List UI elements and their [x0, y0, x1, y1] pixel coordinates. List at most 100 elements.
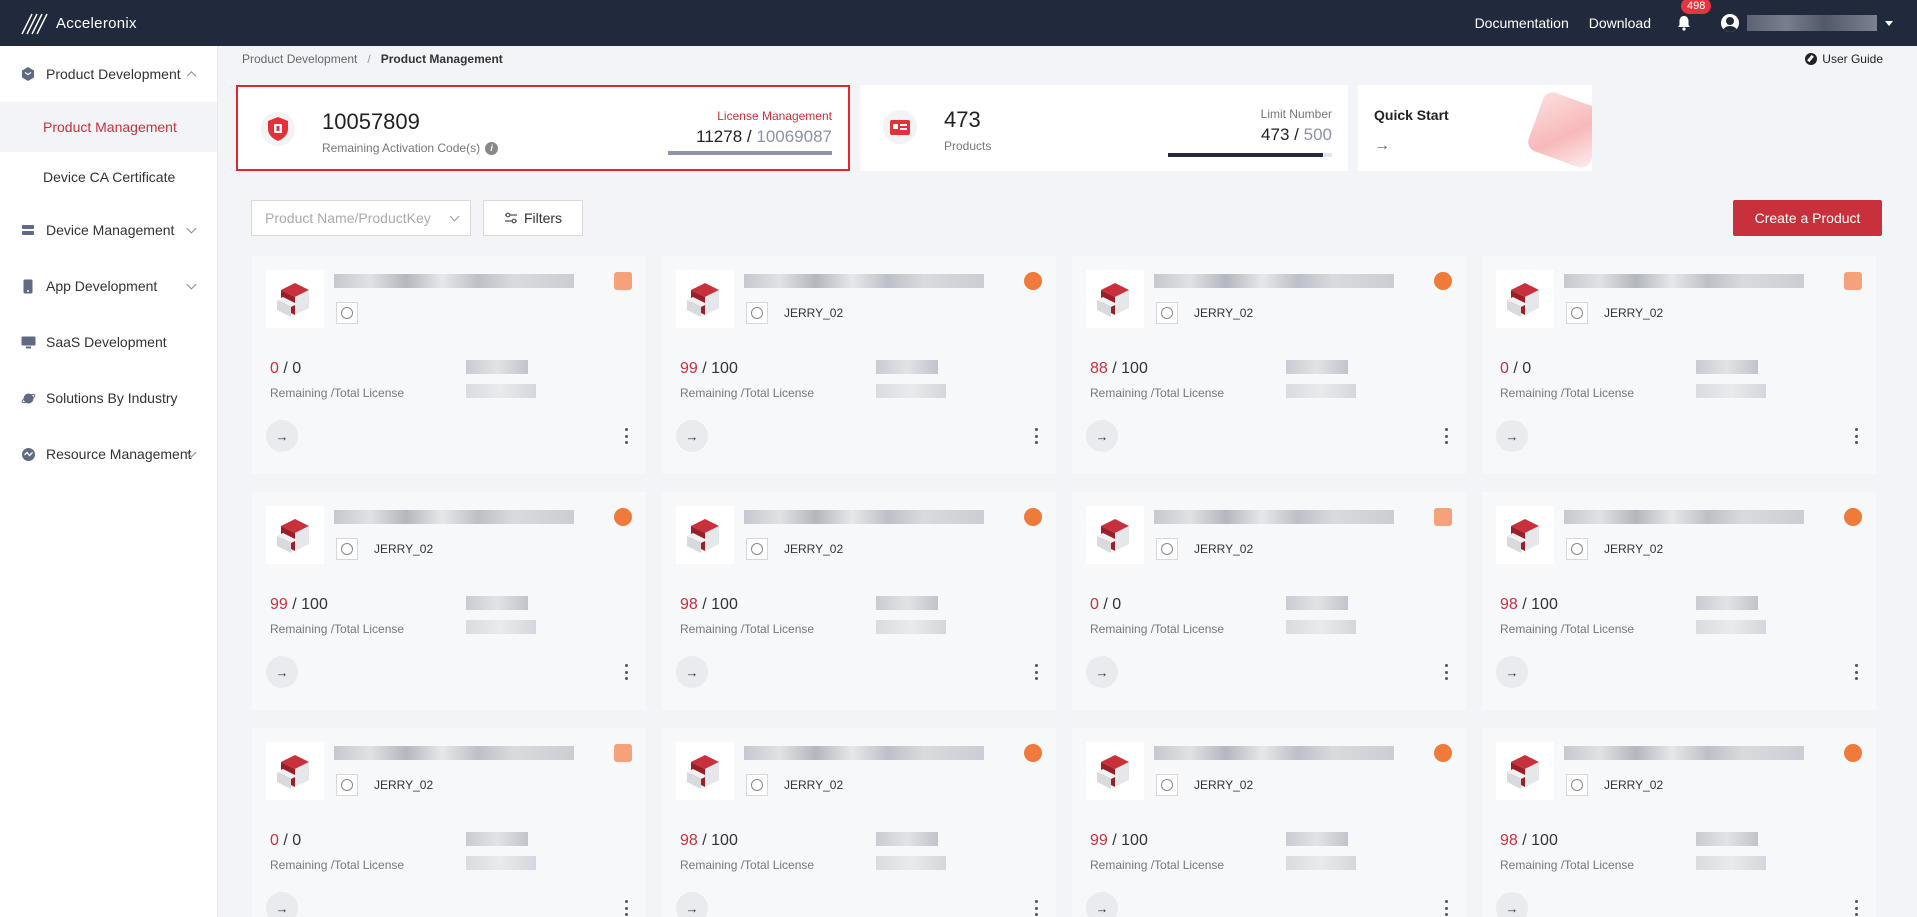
quick-start-title: Quick Start: [1374, 107, 1449, 123]
open-product-button[interactable]: →: [266, 420, 298, 452]
more-options-icon[interactable]: [1854, 664, 1858, 680]
open-product-button[interactable]: →: [1496, 656, 1528, 688]
more-options-icon[interactable]: [1034, 900, 1038, 916]
license-label: Remaining /Total License: [680, 858, 815, 872]
license-separator: /: [1522, 832, 1527, 849]
license-count: 99 / 100: [680, 360, 738, 378]
product-key-redacted: [876, 832, 938, 846]
product-key-redacted: [1696, 360, 1758, 374]
product-key-label-redacted: [1696, 856, 1766, 870]
license-total: 100: [711, 360, 738, 377]
product-image-icon: [1086, 270, 1144, 328]
license-label: Remaining /Total License: [270, 386, 405, 400]
product-card[interactable]: JERRY_02 99 / 100 Remaining /Total License…: [662, 256, 1056, 474]
more-options-icon[interactable]: [1444, 900, 1448, 916]
sidebar-subitem-product-management[interactable]: Product Management: [0, 102, 217, 152]
product-owner: JERRY_02: [1194, 778, 1254, 792]
open-product-button[interactable]: →: [266, 892, 298, 917]
product-card[interactable]: JERRY_02 98 / 100 Remaining /Total License…: [1482, 728, 1876, 917]
product-name-redacted: [744, 274, 984, 288]
open-product-button[interactable]: →: [676, 420, 708, 452]
license-remaining: 0: [1500, 360, 1509, 377]
brand-name: Acceleronix: [56, 14, 137, 32]
product-key-label-redacted: [876, 384, 946, 398]
license-separator: /: [283, 832, 288, 849]
open-product-button[interactable]: →: [1086, 656, 1118, 688]
product-card[interactable]: JERRY_02 98 / 100 Remaining /Total License…: [662, 728, 1056, 917]
product-image-icon: [1496, 506, 1554, 564]
open-product-button[interactable]: →: [266, 656, 298, 688]
remaining-activation-text: Remaining Activation Code(s): [322, 141, 481, 155]
activation-code-card: 10057809 Remaining Activation Code(s) i …: [236, 85, 850, 171]
sidebar-item-app-development[interactable]: App Development: [0, 258, 217, 314]
more-options-icon[interactable]: [1854, 428, 1858, 444]
license-total: 0: [1112, 596, 1122, 613]
product-image-icon: [1496, 270, 1554, 328]
product-card[interactable]: JERRY_02 98 / 100 Remaining /Total License…: [662, 492, 1056, 710]
license-remaining: 0: [1090, 596, 1099, 613]
more-options-icon[interactable]: [624, 664, 628, 680]
connectivity-icon: [746, 538, 768, 560]
license-total: 100: [1121, 832, 1148, 849]
license-remaining: 98: [1500, 596, 1518, 613]
product-owner: JERRY_02: [374, 542, 434, 556]
open-product-button[interactable]: →: [1496, 420, 1528, 452]
remaining-activation-value: 10057809: [322, 109, 420, 134]
brand-logo[interactable]: Acceleronix: [20, 8, 137, 38]
product-name-redacted: [1154, 510, 1394, 524]
open-product-button[interactable]: →: [1086, 892, 1118, 917]
open-product-button[interactable]: →: [676, 892, 708, 917]
breadcrumb-parent[interactable]: Product Development: [242, 52, 357, 66]
sidebar-item-product-development[interactable]: Product Development: [0, 46, 217, 102]
create-product-button[interactable]: Create a Product: [1733, 200, 1882, 236]
product-card[interactable]: JERRY_02 88 / 100 Remaining /Total License…: [1072, 256, 1466, 474]
user-menu[interactable]: [1721, 14, 1893, 32]
sidebar-item-device-management[interactable]: Device Management: [0, 202, 217, 258]
license-total: 10069087: [756, 127, 832, 146]
product-card[interactable]: JERRY_02 99 / 100 Remaining /Total License…: [1072, 728, 1466, 917]
more-options-icon[interactable]: [1034, 428, 1038, 444]
license-remaining: 99: [1090, 832, 1108, 849]
open-product-button[interactable]: →: [676, 656, 708, 688]
sidebar-item-solutions-by-industry[interactable]: Solutions By Industry: [0, 370, 217, 426]
quick-start-card[interactable]: Quick Start →: [1358, 85, 1592, 171]
license-count: 0 / 0: [1090, 596, 1121, 614]
more-options-icon[interactable]: [1854, 900, 1858, 916]
more-options-icon[interactable]: [624, 900, 628, 916]
product-name-redacted: [744, 510, 984, 524]
product-name-redacted: [334, 746, 574, 760]
more-options-icon[interactable]: [1444, 664, 1448, 680]
arrow-right-icon[interactable]: →: [1374, 137, 1390, 155]
product-search-select[interactable]: Product Name/ProductKey: [251, 200, 471, 236]
user-guide-link[interactable]: User Guide: [1805, 52, 1883, 66]
notification-bell[interactable]: 498: [1673, 0, 1712, 34]
license-label: Remaining /Total License: [270, 858, 405, 872]
more-options-icon[interactable]: [1444, 428, 1448, 444]
product-card[interactable]: 0 / 0 Remaining /Total License →: [252, 256, 646, 474]
product-card[interactable]: JERRY_02 0 / 0 Remaining /Total License →: [1482, 256, 1876, 474]
license-count: 88 / 100: [1090, 360, 1148, 378]
more-options-icon[interactable]: [1034, 664, 1038, 680]
product-card[interactable]: JERRY_02 98 / 100 Remaining /Total License…: [1482, 492, 1876, 710]
open-product-button[interactable]: →: [1496, 892, 1528, 917]
license-remaining: 0: [270, 360, 279, 377]
logo-icon: [21, 13, 48, 35]
filters-button[interactable]: Filters: [483, 200, 583, 236]
sidebar-subitem-device-ca-certificate[interactable]: Device CA Certificate: [0, 152, 217, 202]
sidebar-item-saas-development[interactable]: SaaS Development: [0, 314, 217, 370]
info-icon[interactable]: i: [485, 141, 499, 155]
download-link[interactable]: Download: [1589, 15, 1651, 31]
product-card[interactable]: JERRY_02 0 / 0 Remaining /Total License →: [1072, 492, 1466, 710]
open-product-button[interactable]: →: [1086, 420, 1118, 452]
license-management-link[interactable]: License Management: [696, 109, 832, 123]
product-card[interactable]: JERRY_02 0 / 0 Remaining /Total License →: [252, 728, 646, 917]
sidebar-item-label: Resource Management: [46, 446, 192, 462]
product-name-redacted: [1564, 510, 1804, 524]
license-separator: /: [746, 127, 752, 146]
product-card[interactable]: JERRY_02 99 / 100 Remaining /Total License…: [252, 492, 646, 710]
documentation-link[interactable]: Documentation: [1475, 15, 1569, 31]
product-key-label-redacted: [1286, 620, 1356, 634]
sidebar-item-resource-management[interactable]: Resource Management: [0, 426, 217, 482]
product-owner: JERRY_02: [1194, 306, 1254, 320]
more-options-icon[interactable]: [624, 428, 628, 444]
